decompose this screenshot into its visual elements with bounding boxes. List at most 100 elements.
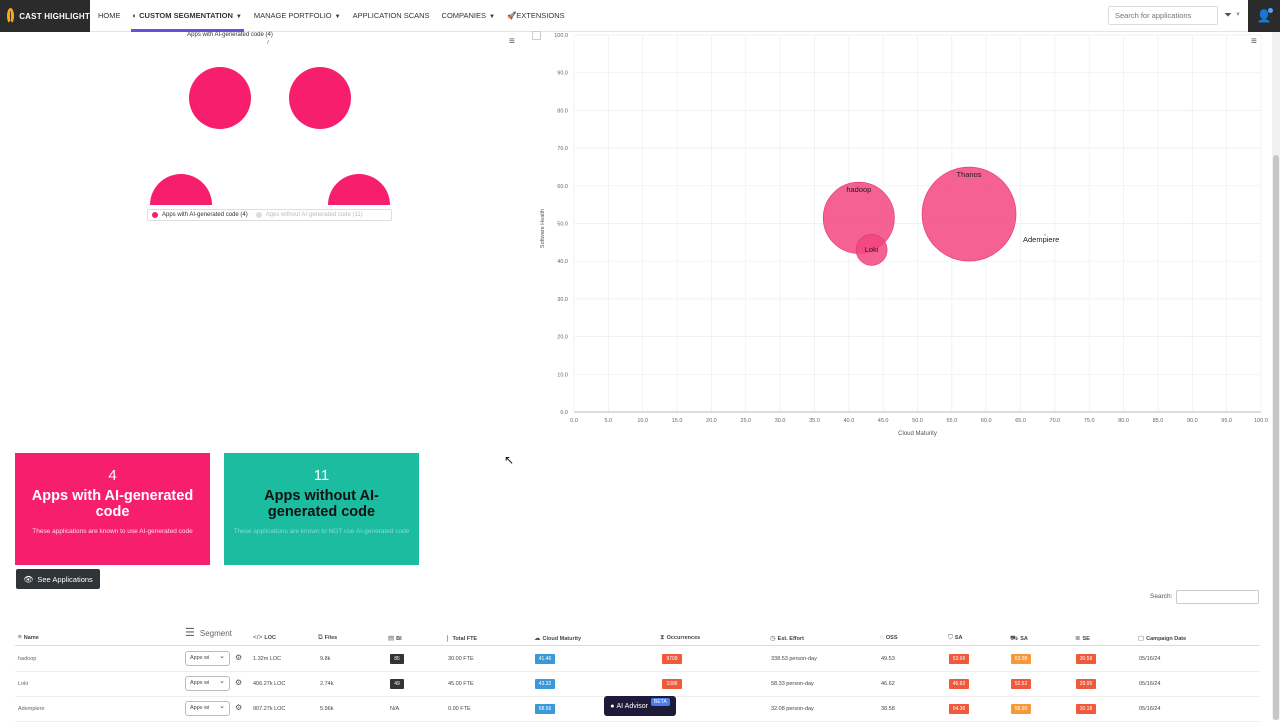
col-effort[interactable]: ◷ Est. Effort bbox=[770, 634, 804, 642]
cell-name[interactable]: Adempiere bbox=[18, 706, 45, 712]
cell-oss: 49.53 bbox=[881, 656, 895, 662]
gear-icon[interactable]: ⚙ bbox=[235, 678, 242, 687]
filter-icon[interactable]: ⏷ bbox=[1224, 10, 1232, 21]
cell-se: 30.59 bbox=[1076, 654, 1096, 664]
pie-connector bbox=[266, 40, 269, 45]
col-segment[interactable]: ☰ Segment bbox=[185, 626, 232, 639]
legend-item-with-ai[interactable]: Apps with AI-generated code (4) bbox=[152, 212, 248, 218]
legend-dot-icon bbox=[255, 212, 262, 218]
segment-select[interactable]: Apps wi bbox=[185, 675, 230, 691]
nav-custom-segmentation[interactable]: ◐ CUSTOM SEGMENTATION ▼ bbox=[127, 0, 248, 32]
cell-files: 5.96k bbox=[320, 706, 334, 712]
table-row[interactable]: hadoop Apps wi ⚙ 1.32m LOC 9.8k 85 30.00… bbox=[15, 647, 1260, 672]
col-sa[interactable]: ⛉ SA bbox=[948, 634, 963, 642]
col-label: SA bbox=[1020, 636, 1028, 642]
y-tick-label: 20.0 bbox=[557, 335, 568, 341]
bubble-label: hadoop bbox=[846, 185, 871, 194]
x-tick-label: 40.0 bbox=[843, 418, 854, 424]
col-label: LOC bbox=[264, 635, 277, 641]
col-campaign-date[interactable]: ▢ Campaign Date bbox=[1138, 634, 1186, 642]
col-oss[interactable]: ◌ OSS bbox=[880, 634, 898, 641]
cell-fte: 0.00 FTE bbox=[448, 706, 471, 712]
x-axis-label: Cloud Maturity bbox=[898, 431, 937, 437]
card-with-ai-code[interactable]: 4 Apps with AI-generated code These appl… bbox=[15, 453, 210, 565]
user-menu-button[interactable]: 👤 bbox=[1248, 0, 1280, 32]
bubble-label: Adempiere bbox=[1023, 235, 1059, 244]
segment-select-value: Apps wi bbox=[190, 680, 210, 686]
col-se[interactable]: ≣ SE bbox=[1075, 634, 1090, 642]
cell-oss: 38.58 bbox=[881, 706, 895, 712]
cell-loc: 907.27k LOC bbox=[253, 706, 286, 712]
cell-se: 29.95 bbox=[1076, 679, 1096, 689]
col-label: Segment bbox=[199, 629, 232, 638]
cell-sa2: 63.98 bbox=[1011, 654, 1031, 664]
ai-advisor-label: AI Advisor bbox=[616, 702, 648, 710]
nav-application-scans[interactable]: APPLICATION SCANS bbox=[347, 0, 436, 32]
card-title: Apps with AI-generated code bbox=[31, 488, 194, 520]
nav-extensions[interactable]: 🚀EXTENSIONS bbox=[501, 0, 571, 32]
cell-date: 05/16/24 bbox=[1139, 681, 1161, 687]
col-label: Total FTE bbox=[452, 636, 478, 642]
gear-icon[interactable]: ⚙ bbox=[235, 653, 242, 662]
pie-segment[interactable] bbox=[189, 67, 251, 129]
cell-sa: 54.36 bbox=[949, 704, 969, 714]
nav-home[interactable]: HOME bbox=[92, 0, 127, 32]
cell-name[interactable]: hadoop bbox=[18, 656, 36, 662]
col-label: Name bbox=[23, 635, 39, 641]
col-loc[interactable]: </> LOC bbox=[253, 634, 276, 641]
see-applications-button[interactable]: 👁 See Applications bbox=[16, 569, 100, 589]
chevron-down-icon: ▼ bbox=[334, 14, 341, 20]
x-tick-label: 20.0 bbox=[706, 418, 717, 424]
col-sa2[interactable]: ⛟ SA bbox=[1010, 634, 1028, 643]
x-tick-label: 45.0 bbox=[878, 418, 889, 424]
segment-select[interactable]: Apps wi bbox=[185, 700, 230, 716]
eye-icon: 👁 bbox=[23, 574, 34, 584]
logo[interactable]: CAST HIGHLIGHT bbox=[0, 0, 90, 32]
cell-loc: 1.32m LOC bbox=[253, 656, 282, 662]
col-fte[interactable]: ❘ Total FTE bbox=[445, 634, 477, 642]
files-icon: ⧉ bbox=[318, 634, 323, 641]
gear-icon[interactable]: ⚙ bbox=[235, 703, 242, 712]
hourglass-icon: ⧗ bbox=[660, 634, 665, 641]
segment-select[interactable]: Apps wi bbox=[185, 650, 230, 666]
pie-chart-fragments bbox=[150, 40, 390, 205]
stack-icon: ≣ bbox=[1075, 635, 1081, 642]
card-count: 4 bbox=[108, 467, 117, 484]
pie-segment[interactable] bbox=[328, 174, 390, 205]
col-label: BI bbox=[396, 636, 402, 642]
cell-name[interactable]: Loki bbox=[18, 681, 28, 687]
bubble-point[interactable] bbox=[921, 166, 1017, 262]
segment-list-icon: ☰ bbox=[185, 627, 195, 639]
nav-companies[interactable]: COMPANIES ▼ bbox=[436, 0, 501, 32]
col-occurrences[interactable]: ⧗ Occurrences bbox=[660, 634, 700, 642]
car-icon: ⛟ bbox=[1010, 635, 1019, 642]
card-without-ai-code[interactable]: 11 Apps without AI-generated code These … bbox=[224, 453, 419, 565]
pie-legend: Apps with AI-generated code (4) Apps wit… bbox=[147, 209, 392, 221]
pie-segment[interactable] bbox=[289, 67, 351, 129]
col-files[interactable]: ⧉ Files bbox=[318, 634, 337, 642]
col-cloud[interactable]: ☁ Cloud Maturity bbox=[534, 634, 581, 642]
cell-fte: 30.00 FTE bbox=[448, 656, 474, 662]
ai-advisor-button[interactable]: ● AI Advisor BETA bbox=[604, 696, 676, 716]
col-name[interactable]: ≡ Name bbox=[18, 634, 39, 641]
col-bi[interactable]: ▤ BI bbox=[388, 634, 402, 642]
table-header: ≡ Name ☰ Segment </> LOC ⧉ Files ▤ BI ❘ Total … bbox=[15, 624, 1260, 646]
mouse-cursor-icon: ↖ bbox=[504, 453, 515, 467]
segmentation-icon: ◐ bbox=[132, 11, 138, 20]
see-applications-label: See Applications bbox=[37, 574, 93, 584]
page-scrollbar-thumb[interactable] bbox=[1273, 155, 1279, 720]
x-tick-label: 100.0 bbox=[1254, 418, 1268, 424]
chart-menu-icon[interactable]: ≡ bbox=[509, 36, 515, 47]
col-label: SA bbox=[954, 635, 963, 641]
col-label: Campaign Date bbox=[1146, 636, 1187, 642]
chevron-down-icon[interactable]: ▼ bbox=[1235, 12, 1241, 18]
application-search-input[interactable] bbox=[1108, 6, 1218, 25]
pie-segment[interactable] bbox=[150, 173, 212, 205]
table-search-input[interactable] bbox=[1176, 590, 1259, 604]
table-row[interactable]: Loki Apps wi ⚙ 406.27k LOC 2.74k 49 45.0… bbox=[15, 672, 1260, 697]
bubble-label: Thanos bbox=[957, 170, 982, 179]
nav-manage-portfolio[interactable]: MANAGE PORTFOLIO ▼ bbox=[248, 0, 347, 32]
y-tick-label: 50.0 bbox=[557, 222, 568, 228]
logo-icon bbox=[7, 8, 15, 24]
legend-item-without-ai[interactable]: Apps without AI-generated code (11) bbox=[255, 212, 363, 218]
